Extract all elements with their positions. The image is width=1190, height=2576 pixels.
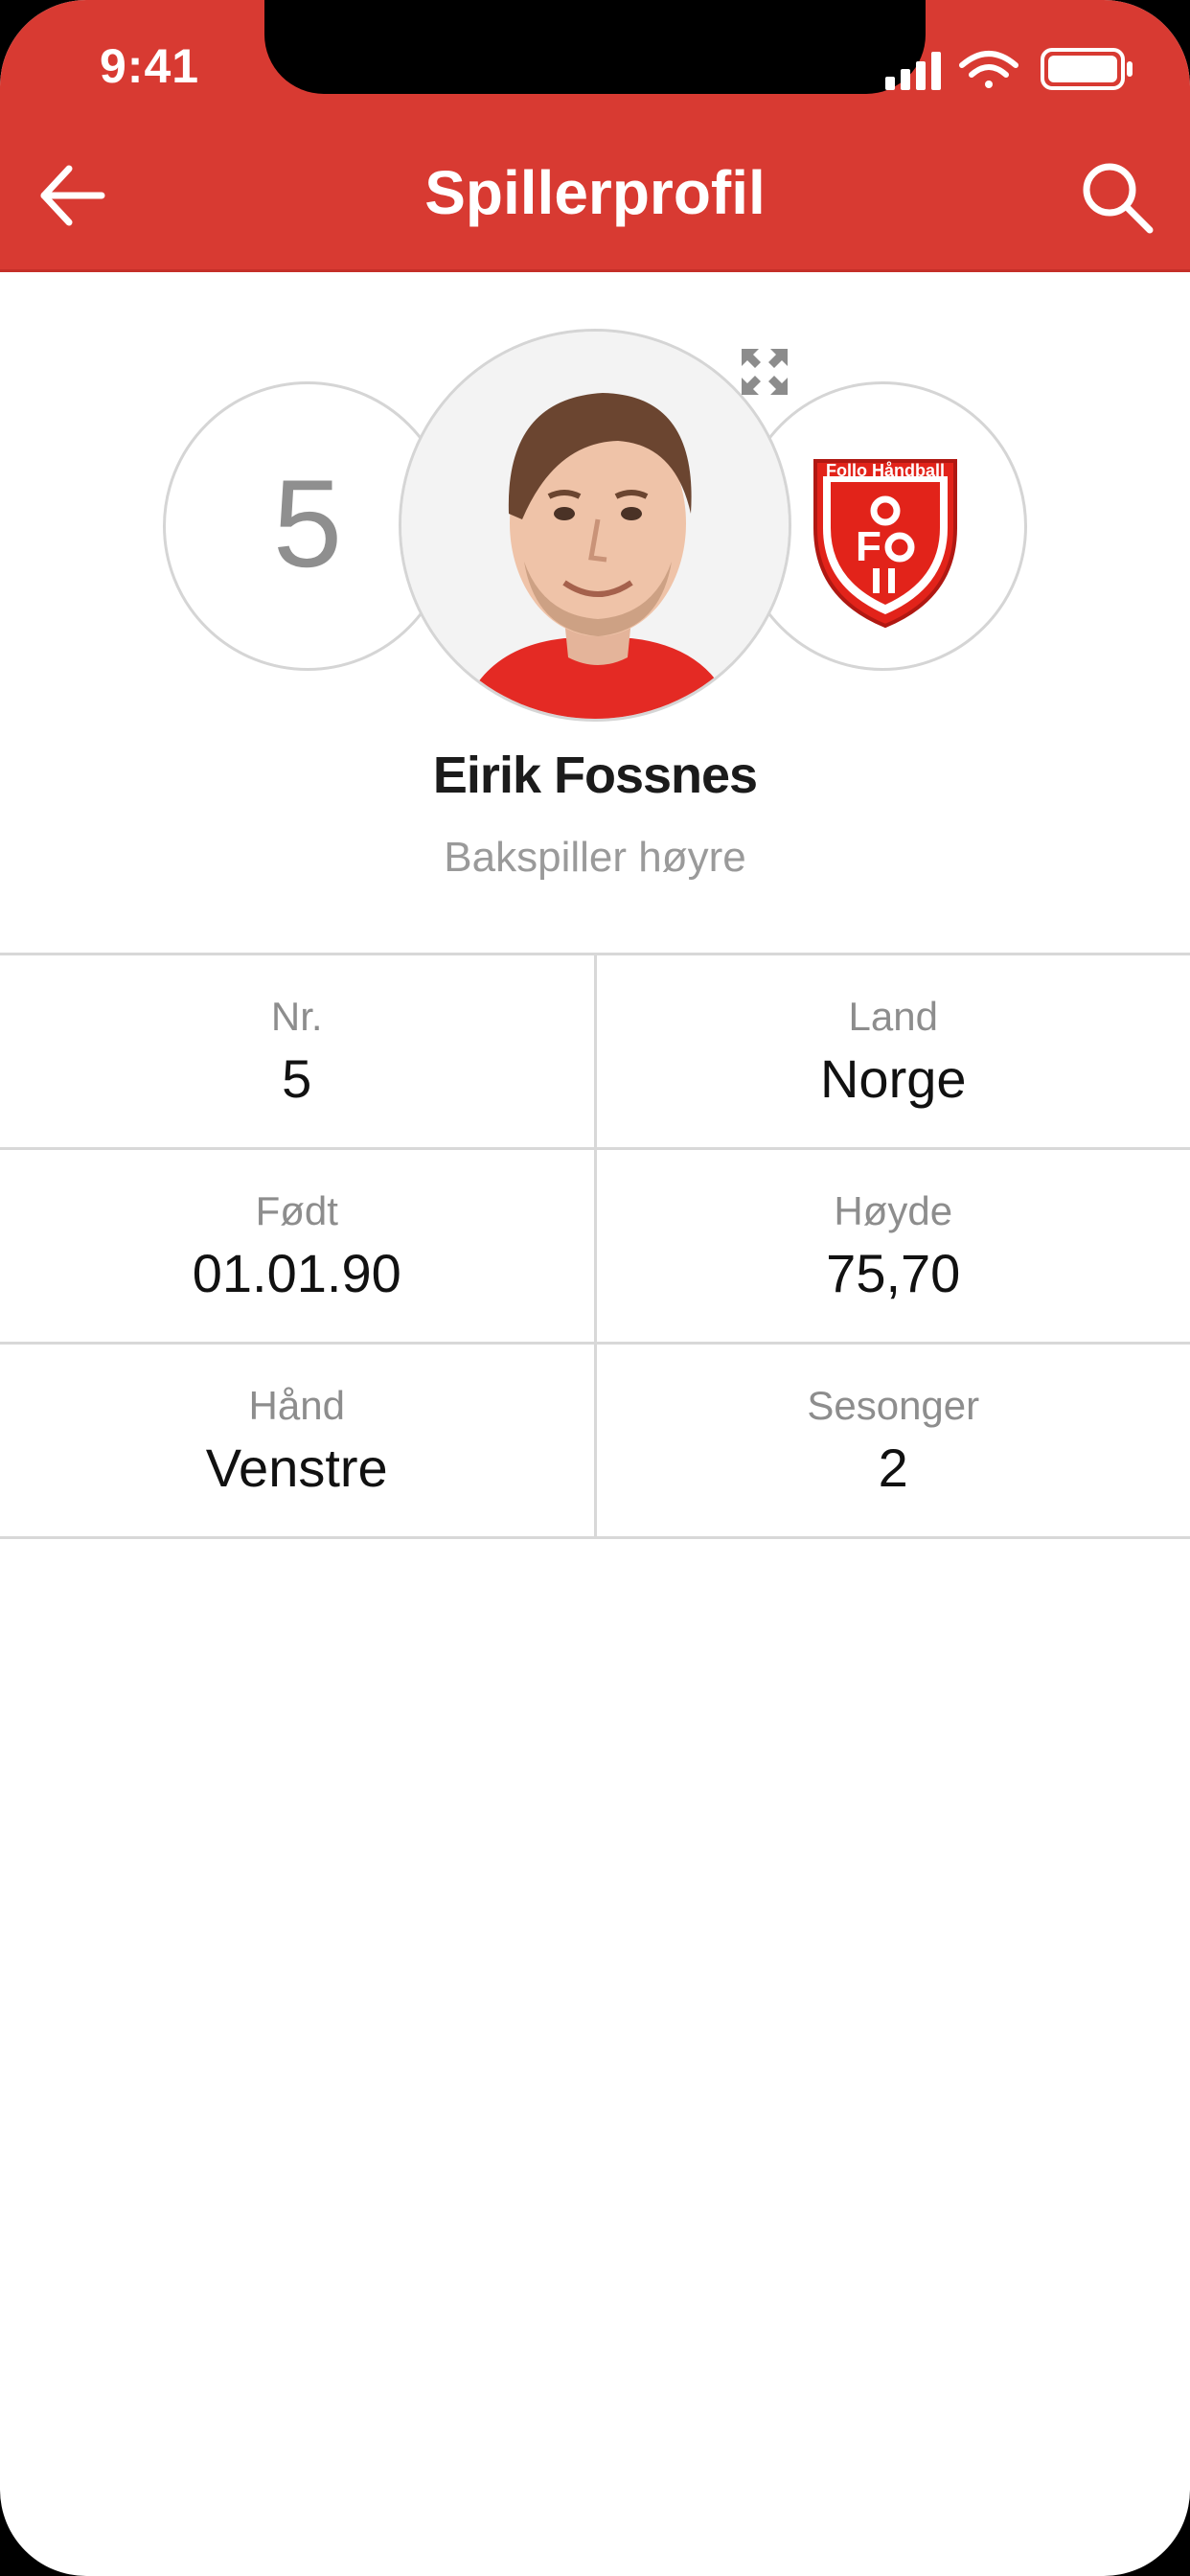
player-portrait [401,332,789,719]
page-title: Spillerprofil [424,158,766,227]
stat-value: 75,70 [826,1243,961,1303]
app-header: 9:41 Spillerprofil [0,0,1190,272]
stat-born: Født 01.01.90 [0,1150,594,1342]
search-button[interactable] [1077,157,1157,238]
status-time: 9:41 [100,39,200,93]
stat-label: Land [848,994,938,1039]
club-logo-title: Follo Håndball [826,461,945,480]
stat-value: 2 [878,1438,908,1498]
stat-height: Høyde 75,70 [593,1150,1190,1342]
stat-hand: Hånd Venstre [0,1345,594,1536]
stat-seasons: Sesonger 2 [593,1345,1190,1536]
stat-value: 5 [282,1048,312,1109]
stats-row: Født 01.01.90 Høyde 75,70 [0,1150,1190,1345]
search-icon [1083,163,1154,234]
player-stats-grid: Nr. 5 Land Norge Født 01.01.90 Høyde 75,… [0,953,1190,1539]
wifi-icon [959,51,1018,88]
stat-label: Sesonger [807,1383,980,1428]
player-name: Eirik Fossnes [432,747,758,804]
stat-label: Hånd [248,1383,345,1428]
stat-label: Høyde [834,1188,953,1233]
signal-icon [885,52,941,90]
status-icons [885,48,1133,90]
stat-label: Født [255,1188,338,1233]
stat-value: Norge [819,1048,967,1109]
player-position: Bakspiller høyre [444,834,746,881]
stat-number: Nr. 5 [0,955,594,1147]
phone-screen: 9:41 Spillerprofil 5 Follo Håndball F Ei… [0,0,1190,2576]
battery-icon [1041,48,1133,90]
player-photo[interactable] [399,329,791,722]
stat-country: Land Norge [593,955,1190,1147]
stat-label: Nr. [270,994,323,1039]
svg-text:F: F [856,523,881,570]
stats-row: Nr. 5 Land Norge [0,955,1190,1150]
device-notch [264,0,926,94]
stat-value: 01.01.90 [192,1243,401,1303]
stats-row: Hånd Venstre Sesonger 2 [0,1345,1190,1539]
stat-value: Venstre [205,1438,388,1498]
expand-icon[interactable] [738,345,791,399]
